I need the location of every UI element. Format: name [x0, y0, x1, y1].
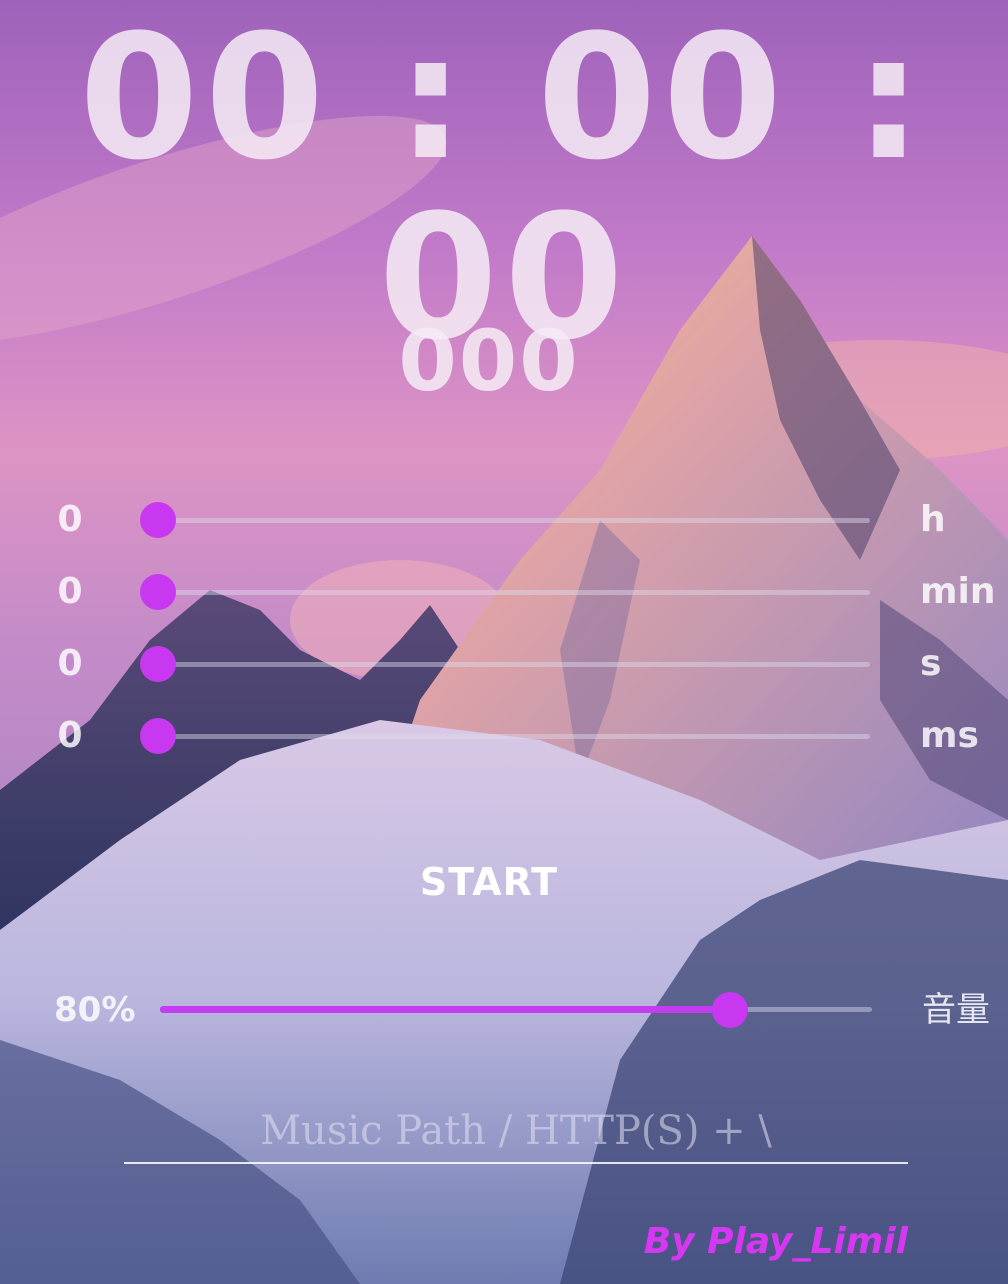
- minutes-slider-thumb[interactable]: [140, 574, 176, 610]
- start-button[interactable]: START: [0, 858, 978, 906]
- seconds-value: 0: [57, 643, 83, 684]
- seconds-slider-track[interactable]: [158, 662, 870, 667]
- milliseconds-slider-track[interactable]: [158, 734, 870, 739]
- milliseconds-slider-thumb[interactable]: [140, 718, 176, 754]
- hours-slider-thumb[interactable]: [140, 502, 176, 538]
- milliseconds-unit-label: ms: [920, 715, 979, 756]
- author-credit: By Play_Limil: [643, 1221, 908, 1262]
- minutes-value: 0: [57, 571, 83, 612]
- hours-value: 0: [57, 499, 83, 540]
- minutes-unit-label: min: [920, 571, 996, 612]
- music-path-input[interactable]: [124, 1100, 908, 1164]
- seconds-slider-row: 0 s: [0, 642, 1008, 686]
- volume-slider-fill: [160, 1006, 730, 1013]
- volume-label: 音量: [922, 990, 990, 1030]
- hours-unit-label: h: [920, 499, 946, 540]
- hours-slider-track[interactable]: [158, 518, 870, 523]
- minutes-slider-track[interactable]: [158, 590, 870, 595]
- volume-row: 80% 音量: [0, 986, 1008, 1034]
- seconds-slider-thumb[interactable]: [140, 646, 176, 682]
- seconds-unit-label: s: [920, 643, 942, 684]
- milliseconds-slider-row: 0 ms: [0, 714, 1008, 758]
- volume-slider-thumb[interactable]: [712, 992, 748, 1028]
- milliseconds-value: 0: [57, 715, 83, 756]
- volume-value: 80%: [54, 990, 136, 1030]
- hours-slider-row: 0 h: [0, 498, 1008, 542]
- milliseconds-display: 000: [398, 312, 580, 410]
- minutes-slider-row: 0 min: [0, 570, 1008, 614]
